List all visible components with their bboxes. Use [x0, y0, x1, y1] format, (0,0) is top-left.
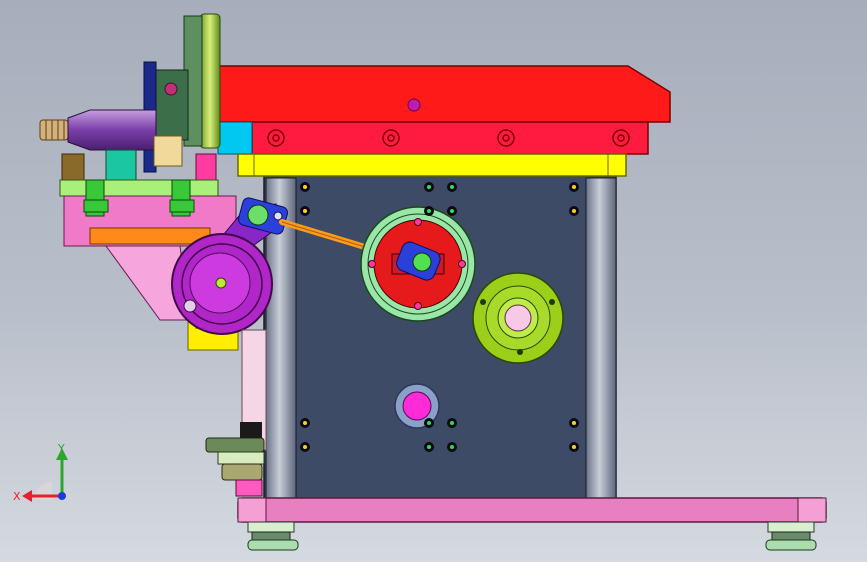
assembly-model[interactable] — [0, 0, 867, 562]
spacer-hole — [164, 82, 178, 96]
foot-right[interactable] — [765, 521, 817, 551]
axis-triad-icon: Y X — [13, 442, 68, 503]
right-column[interactable] — [585, 177, 617, 499]
top-block-hole — [407, 98, 421, 112]
link-pin — [273, 211, 283, 221]
base-end-right — [797, 497, 827, 523]
nozzle-cone[interactable] — [67, 109, 157, 151]
y-axis-label: Y — [57, 442, 65, 455]
knob-ring[interactable] — [221, 463, 263, 481]
yellow-plate[interactable] — [237, 153, 627, 177]
base-end-left — [237, 497, 267, 523]
pulley-bolt — [183, 299, 197, 313]
cyan-block[interactable] — [217, 121, 253, 155]
foot-left[interactable] — [247, 521, 299, 551]
tan-block[interactable] — [153, 135, 183, 167]
knob-top[interactable] — [205, 437, 265, 453]
red-rail[interactable] — [251, 121, 649, 155]
light-green-bracket[interactable] — [59, 179, 219, 197]
green-flange-disk[interactable] — [199, 13, 221, 149]
olive-block[interactable] — [61, 153, 85, 181]
lime-flange-bore — [504, 304, 532, 332]
cam-hex — [412, 252, 432, 272]
teal-block[interactable] — [105, 149, 137, 183]
pink-base[interactable] — [237, 497, 827, 523]
orange-strip[interactable] — [89, 227, 211, 245]
dark-green-spacer[interactable] — [155, 69, 189, 141]
knob-mid[interactable] — [217, 451, 265, 465]
magenta-hub — [402, 391, 432, 421]
x-axis-label: X — [13, 490, 21, 503]
top-red-block[interactable] — [217, 65, 671, 123]
link-hex — [247, 204, 269, 226]
knob-pink[interactable] — [235, 479, 263, 497]
pulley-center — [215, 277, 227, 289]
knob-black — [240, 422, 262, 438]
cad-viewport[interactable]: Y X — [0, 0, 867, 562]
